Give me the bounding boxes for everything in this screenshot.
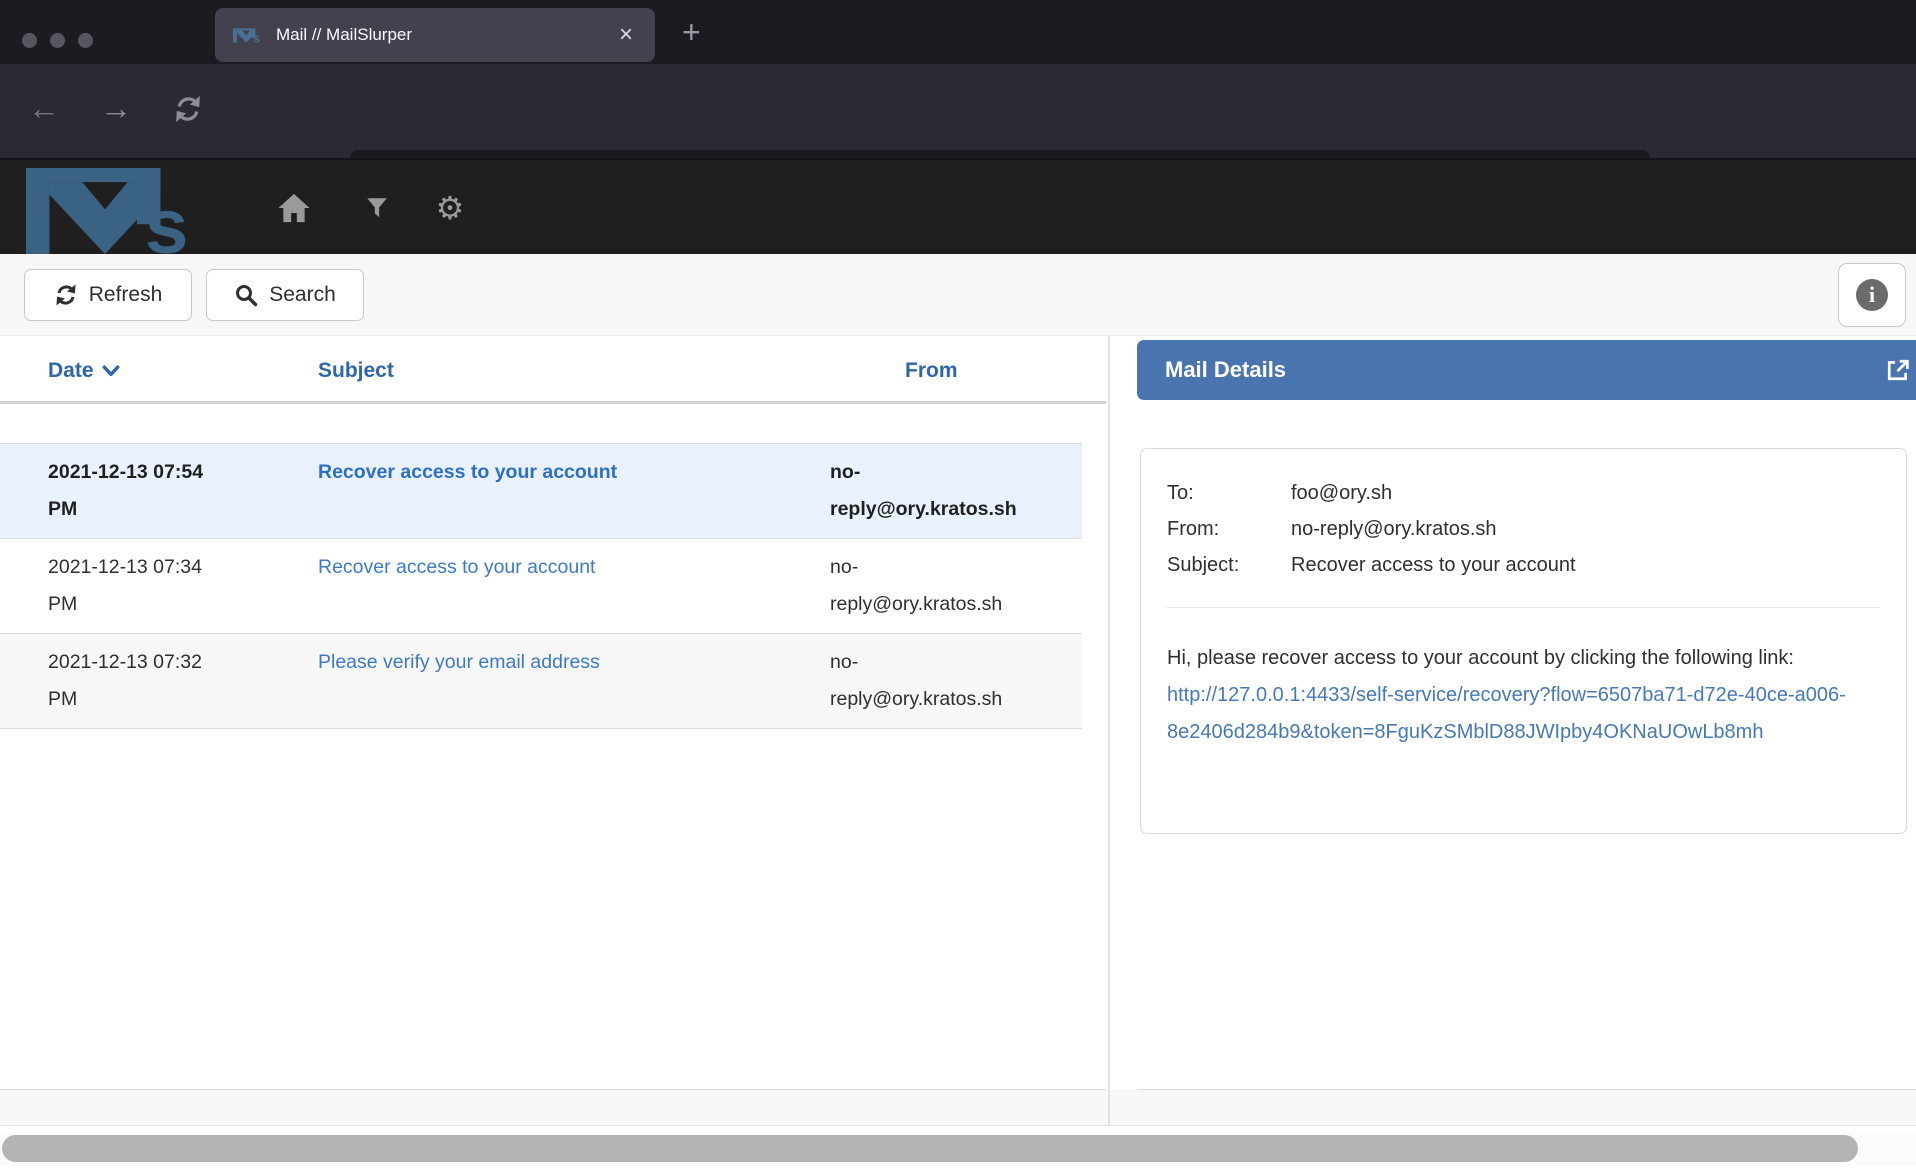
search-button[interactable]: Search (206, 269, 364, 321)
subject-label: Subject: (1167, 547, 1291, 583)
window-dot[interactable] (50, 33, 65, 48)
browser-tab-bar: s Mail // MailSlurper × + (0, 0, 1916, 64)
window-dot[interactable] (22, 33, 37, 48)
app-navbar: s ⚙ (0, 158, 1916, 254)
window-dot[interactable] (78, 33, 93, 48)
info-button[interactable]: i (1838, 263, 1906, 327)
back-button[interactable]: ← (28, 90, 60, 127)
svg-text:s: s (253, 30, 260, 44)
mail-details-card: To: foo@ory.sh From: no-reply@ory.kratos… (1140, 448, 1907, 834)
info-icon: i (1856, 279, 1888, 311)
mail-date: 2021-12-13 07:32 PM (0, 644, 318, 718)
mail-details-header: Mail Details (1137, 340, 1916, 400)
search-label: Search (269, 283, 336, 307)
mail-list: 2021-12-13 07:54 PM Recover access to yo… (0, 443, 1082, 729)
mail-body-text: Hi, please recover access to your accoun… (1167, 647, 1794, 669)
to-value: foo@ory.sh (1291, 475, 1880, 511)
mail-from: no-reply@ory.kratos.sh (830, 454, 1082, 528)
recovery-link[interactable]: http://127.0.0.1:4433/self-service/recov… (1167, 684, 1846, 743)
close-tab-icon[interactable]: × (615, 23, 637, 47)
column-header-subject: Subject (318, 359, 830, 383)
filter-icon[interactable] (355, 160, 399, 256)
mail-body: Hi, please recover access to your accoun… (1167, 640, 1873, 751)
refresh-button[interactable]: Refresh (24, 269, 192, 321)
mail-list-header: Date Subject From (0, 340, 1106, 404)
mail-from: no-reply@ory.kratos.sh (830, 644, 1082, 718)
table-row[interactable]: 2021-12-13 07:34 PM Recover access to yo… (0, 538, 1082, 633)
refresh-icon (54, 283, 78, 307)
from-value: no-reply@ory.kratos.sh (1291, 511, 1880, 547)
forward-button[interactable]: → (100, 90, 132, 127)
table-row[interactable]: 2021-12-13 07:54 PM Recover access to yo… (0, 443, 1082, 538)
home-icon[interactable] (272, 160, 316, 256)
settings-gear-icon[interactable]: ⚙ (428, 160, 472, 256)
mail-from: no-reply@ory.kratos.sh (830, 549, 1082, 623)
window-controls[interactable] (22, 33, 93, 48)
mailslurper-favicon: s (233, 27, 263, 44)
mail-date: 2021-12-13 07:54 PM (0, 454, 318, 528)
browser-navigation-bar: ← → 127.0.0.1:4436/# 90% ☆ » (0, 64, 1916, 158)
mail-date: 2021-12-13 07:34 PM (0, 549, 318, 623)
new-tab-button[interactable]: + (682, 16, 701, 48)
details-divider (1167, 607, 1880, 608)
refresh-label: Refresh (89, 283, 163, 307)
from-label: From: (1167, 511, 1291, 547)
horizontal-scrollbar-track[interactable] (0, 1132, 1916, 1166)
browser-tab[interactable]: s Mail // MailSlurper × (215, 8, 655, 62)
mail-subject-link[interactable]: Recover access to your account (318, 556, 595, 578)
tab-title: Mail // MailSlurper (276, 25, 615, 45)
mail-subject-link[interactable]: Recover access to your account (318, 461, 617, 483)
app-toolbar: Refresh Search i (0, 254, 1916, 336)
column-header-date[interactable]: Date (0, 359, 318, 383)
sort-chevron-down-icon (102, 364, 120, 378)
main-content: Date Subject From 2021-12-13 07:54 PM Re… (0, 336, 1916, 1090)
column-header-from: From (830, 359, 1106, 383)
mail-subject-link[interactable]: Please verify your email address (318, 651, 600, 673)
open-external-icon[interactable] (1884, 356, 1912, 384)
subject-value: Recover access to your account (1291, 547, 1880, 583)
search-icon (234, 283, 258, 307)
mailslurper-logo[interactable]: s (26, 168, 226, 254)
horizontal-scrollbar-thumb[interactable] (2, 1135, 1858, 1162)
panel-divider (1108, 336, 1110, 1126)
mail-details-title: Mail Details (1165, 357, 1884, 383)
svg-text:s: s (145, 181, 188, 254)
to-label: To: (1167, 475, 1291, 511)
table-row[interactable]: 2021-12-13 07:32 PM Please verify your e… (0, 633, 1082, 729)
reload-button[interactable] (173, 94, 203, 124)
bottom-strip (0, 1090, 1916, 1126)
